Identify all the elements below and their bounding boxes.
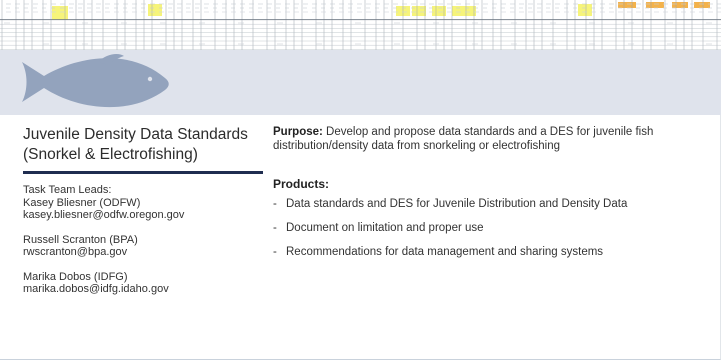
purpose-text: Develop and propose data standards and a… <box>273 126 654 152</box>
purpose-label: Purpose: <box>273 126 323 138</box>
title-line-2: (Snorkel & Electrofishing) <box>23 146 198 163</box>
products-heading: Products: <box>273 177 330 191</box>
fish-icon <box>22 54 169 108</box>
product-text: Recommendations for data management and … <box>286 246 604 258</box>
lead-email: marika.dobos@idfg.idaho.gov <box>23 283 169 295</box>
bullet-dash: - <box>273 222 277 234</box>
product-text: Document on limitation and proper use <box>286 222 484 234</box>
list-item: - Document on limitation and proper use <box>273 222 713 235</box>
spreadsheet-grid-icon <box>0 0 721 50</box>
lead-name: Kasey Bliesner (ODFW) <box>23 196 141 209</box>
slide: Juvenile Density Data Standards (Snorkel… <box>0 0 721 360</box>
fish-band <box>0 50 721 115</box>
lead-name: Marika Dobos (IDFG) <box>23 270 128 283</box>
spreadsheet-banner <box>0 0 721 50</box>
list-item: - Recommendations for data management and… <box>273 246 713 259</box>
leads-heading: Task Team Leads: <box>23 184 112 196</box>
purpose-paragraph: Purpose: Develop and propose data standa… <box>273 126 713 153</box>
list-item: - Data standards and DES for Juvenile Dis… <box>273 198 713 211</box>
left-column: Juvenile Density Data Standards (Snorkel… <box>23 125 263 296</box>
bullet-dash: - <box>273 198 277 210</box>
lead-email: rwscranton@bpa.gov <box>23 246 128 258</box>
task-team-leads: Task Team Leads: Kasey Bliesner (ODFW) k… <box>23 184 263 296</box>
bullet-dash: - <box>273 246 277 258</box>
lead-name: Russell Scranton (BPA) <box>23 233 138 246</box>
right-column: Purpose: Develop and propose data standa… <box>273 126 713 270</box>
title-underline <box>23 171 263 174</box>
lead-email: kasey.bliesner@odfw.oregon.gov <box>23 209 185 221</box>
products-list: - Data standards and DES for Juvenile Dis… <box>273 198 713 259</box>
title-line-1: Juvenile Density Data Standards <box>23 126 248 143</box>
slide-title: Juvenile Density Data Standards (Snorkel… <box>23 125 263 165</box>
product-text: Data standards and DES for Juvenile Dist… <box>286 198 628 210</box>
